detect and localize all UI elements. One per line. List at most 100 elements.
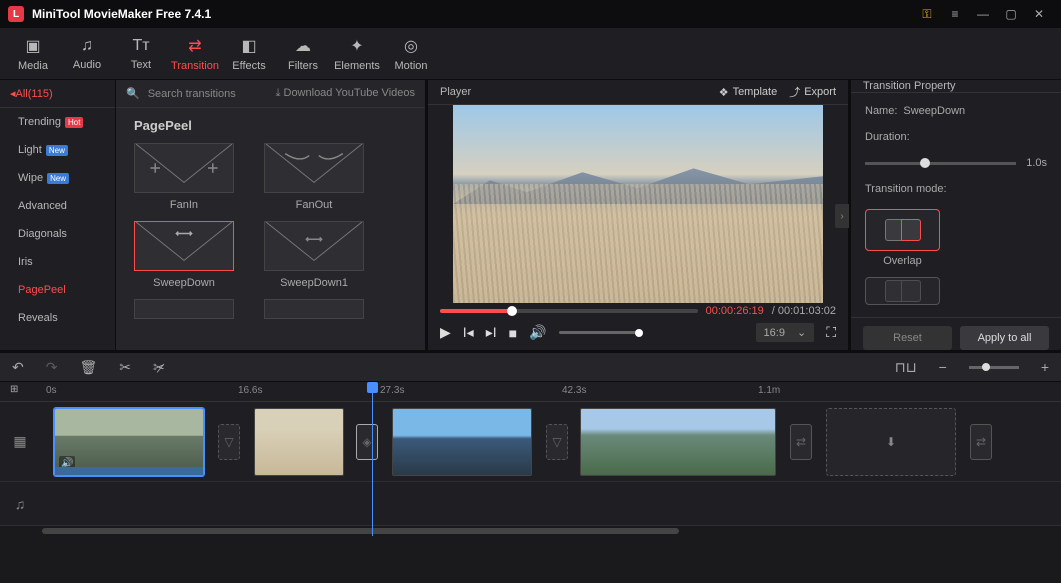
clip-3[interactable] (392, 408, 532, 476)
transition-sweepdown[interactable] (134, 221, 234, 271)
mode-overlap-label: Overlap (865, 255, 940, 267)
search-input[interactable]: Search transitions (148, 88, 268, 100)
download-link[interactable]: ⤓ Download YouTube Videos (276, 87, 415, 100)
zoom-out-button[interactable]: − (939, 359, 947, 375)
crop-button[interactable]: ✂̷ (153, 359, 165, 376)
category-all[interactable]: ◂ All(115) (0, 80, 115, 108)
transition-fanout[interactable] (264, 143, 364, 193)
music-icon: ♫ (81, 37, 93, 55)
transition-slot-5[interactable]: ⇄ (970, 424, 992, 460)
cat-light[interactable]: LightNew (0, 136, 115, 164)
clip-4[interactable] (580, 408, 776, 476)
play-button[interactable]: ▶ (440, 324, 451, 341)
transition-slot-1[interactable]: ▽ (218, 424, 240, 460)
reset-button[interactable]: Reset (863, 326, 952, 350)
stop-button[interactable]: ■ (509, 325, 517, 341)
video-track-icon[interactable]: ▦ (0, 433, 40, 450)
add-track-button[interactable]: ⊞ (10, 384, 26, 400)
elements-icon: ✦ (350, 36, 363, 56)
minimize-button[interactable]: — (969, 0, 997, 28)
transition-extra2[interactable] (264, 299, 364, 319)
nav-elements[interactable]: ✦Elements (330, 30, 384, 78)
property-title: Transition Property (851, 80, 1061, 93)
filters-icon: ☁ (295, 36, 311, 56)
player-title: Player (440, 86, 471, 98)
zoom-slider[interactable] (969, 366, 1019, 369)
transition-sweepdown1[interactable] (264, 221, 364, 271)
transition-fanin[interactable] (134, 143, 234, 193)
time-current: 00:00:26:19 (706, 305, 764, 317)
hot-badge: Hot (65, 117, 83, 128)
apply-all-button[interactable]: Apply to all (960, 326, 1049, 350)
new-badge: New (46, 145, 68, 156)
video-frame[interactable] (453, 105, 823, 303)
export-button[interactable]: ⤴Export (789, 84, 836, 100)
name-value: SweepDown (903, 105, 965, 117)
effects-icon: ◧ (241, 36, 256, 56)
transition-slot-2[interactable]: ◈ (356, 424, 378, 460)
nav-audio[interactable]: ♫Audio (60, 30, 114, 78)
volume-icon[interactable]: 🔊 (529, 324, 546, 341)
nav-motion[interactable]: ◎Motion (384, 30, 438, 78)
prev-button[interactable]: I◂ (463, 324, 474, 341)
timeline: ⊞ 0s 16.6s 27.3s 42.3s 1.1m ▦ 🔊 ▽ ◈ ▽ (0, 382, 1061, 536)
undo-button[interactable]: ↶ (12, 359, 24, 376)
nav-effects[interactable]: ◧Effects (222, 30, 276, 78)
transition-slot-4[interactable]: ⇄ (790, 424, 812, 460)
magnet-icon[interactable]: ⊓⊔ (895, 359, 917, 376)
playhead[interactable] (372, 382, 373, 536)
nav-media[interactable]: ▣Media (6, 30, 60, 78)
nav-transition[interactable]: ⇄Transition (168, 30, 222, 78)
key-icon[interactable]: ⚿ (913, 0, 941, 28)
cat-advanced[interactable]: Advanced (0, 192, 115, 220)
cat-reveals[interactable]: Reveals (0, 304, 115, 332)
duration-value: 1.0s (1026, 157, 1047, 169)
delete-button[interactable]: 🗑 (79, 359, 97, 376)
menu-icon[interactable]: ≡ (941, 0, 969, 28)
maximize-button[interactable]: ▢ (997, 0, 1025, 28)
clip-2[interactable] (254, 408, 344, 476)
folder-icon: ▣ (25, 36, 40, 56)
timeline-ruler[interactable]: ⊞ 0s 16.6s 27.3s 42.3s 1.1m (0, 382, 1061, 402)
download-icon: ⤓ (276, 87, 281, 99)
section-title: PagePeel (116, 108, 425, 137)
template-button[interactable]: ❖Template (719, 86, 778, 99)
export-icon: ⤴ (789, 84, 800, 100)
transition-extra1[interactable] (134, 299, 234, 319)
clip-1[interactable]: 🔊 (54, 408, 204, 476)
aspect-ratio-select[interactable]: 16:9⌄ (756, 323, 815, 342)
mode-label: Transition mode: (865, 183, 947, 195)
duration-label: Duration: (865, 131, 910, 143)
zoom-in-button[interactable]: + (1041, 359, 1049, 375)
cat-diagonals[interactable]: Diagonals (0, 220, 115, 248)
audio-track-icon[interactable]: ♫ (0, 496, 40, 512)
fullscreen-button[interactable]: ⛶ (826, 324, 836, 341)
duration-slider[interactable] (865, 162, 1016, 165)
split-button[interactable]: ✂ (119, 359, 131, 376)
mode-overlap[interactable] (865, 209, 940, 251)
mode-other[interactable] (865, 277, 940, 305)
nav-text[interactable]: TᴛText (114, 30, 168, 78)
time-total: / 00:01:03:02 (772, 305, 836, 317)
cat-wipe[interactable]: WipeNew (0, 164, 115, 192)
redo-button[interactable]: ↷ (46, 359, 58, 376)
transition-slot-3[interactable]: ▽ (546, 424, 568, 460)
expand-right-icon[interactable]: › (835, 204, 849, 228)
close-button[interactable]: ✕ (1025, 0, 1053, 28)
template-icon: ❖ (719, 86, 729, 99)
progress-slider[interactable] (440, 309, 698, 313)
cat-iris[interactable]: Iris (0, 248, 115, 276)
category-sidebar: ◂ All(115) TrendingHot LightNew WipeNew … (0, 80, 116, 350)
nav-filters[interactable]: ☁Filters (276, 30, 330, 78)
add-clip-slot[interactable]: ⬇ (826, 408, 956, 476)
cat-trending[interactable]: TrendingHot (0, 108, 115, 136)
main-nav: ▣Media ♫Audio TᴛText ⇄Transition ◧Effect… (0, 28, 1061, 80)
text-icon: Tᴛ (132, 37, 149, 55)
transition-icon: ⇄ (188, 36, 201, 56)
motion-icon: ◎ (404, 36, 418, 56)
next-button[interactable]: ▸I (486, 324, 497, 341)
cat-pagepeel[interactable]: PagePeel (0, 276, 115, 304)
timeline-scrollbar[interactable] (0, 526, 1061, 536)
volume-slider[interactable] (559, 331, 639, 334)
name-label: Name: (865, 105, 897, 117)
